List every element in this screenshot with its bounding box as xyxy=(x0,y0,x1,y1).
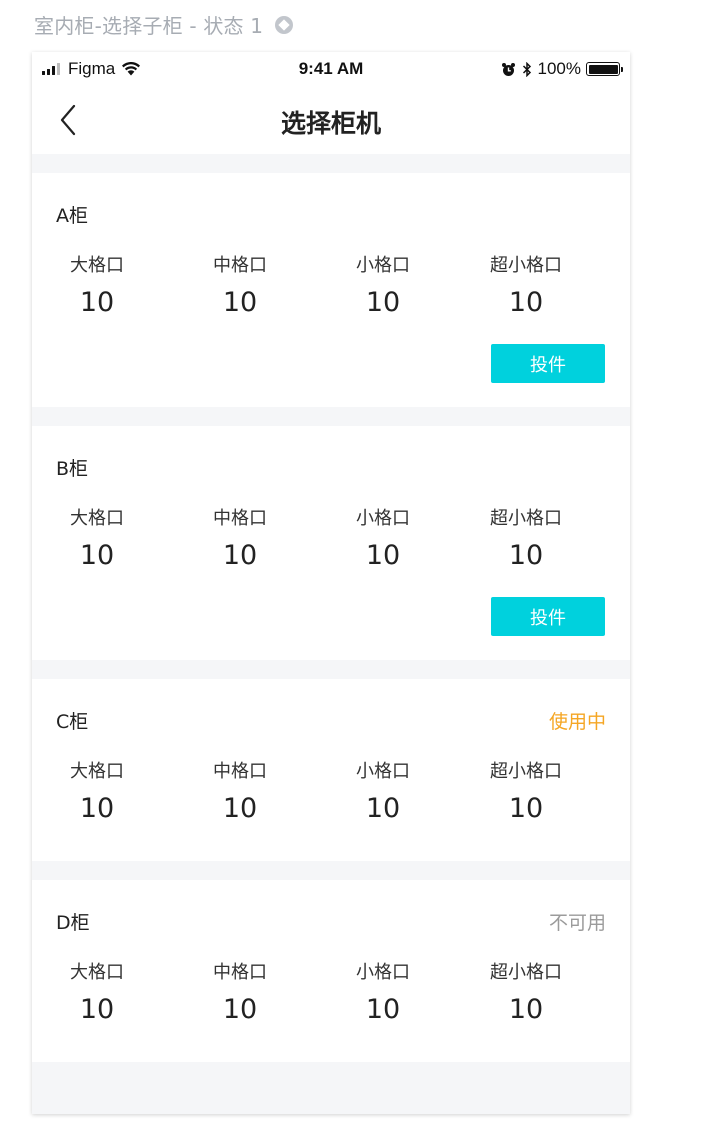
deliver-button[interactable]: 投件 xyxy=(491,344,605,383)
component-icon xyxy=(275,15,294,34)
compartment-count: 10 xyxy=(79,540,115,571)
cabinet-name: C柜 xyxy=(56,711,89,733)
compartment-medium: 中格口 10 xyxy=(185,504,295,571)
status-badge-unavailable: 不可用 xyxy=(548,912,606,934)
frame-title: 室内柜-选择子柜 - 状态 1 xyxy=(34,10,294,39)
compartment-count: 10 xyxy=(79,994,115,1025)
compartment-label: 超小格口 xyxy=(490,508,562,529)
compartment-medium: 中格口 10 xyxy=(185,757,295,824)
compartment-medium: 中格口 10 xyxy=(185,251,295,318)
compartment-label: 中格口 xyxy=(213,761,267,782)
compartment-count: 10 xyxy=(365,793,401,824)
compartment-label: 小格口 xyxy=(356,962,410,983)
page-title: 选择柜机 xyxy=(280,109,381,138)
compartment-small: 小格口 10 xyxy=(328,958,438,1025)
compartment-count: 10 xyxy=(508,994,544,1025)
cabinet-card-d: D柜 不可用 大格口 10 中格口 10 小格口 10 超小格口 10 xyxy=(32,880,630,1062)
compartment-count: 10 xyxy=(508,287,544,318)
nav-bar: 选择柜机 xyxy=(32,86,630,154)
compartment-label: 小格口 xyxy=(356,255,410,276)
compartment-count: 10 xyxy=(508,540,544,571)
compartment-extra-small: 超小格口 10 xyxy=(471,757,581,824)
compartment-count: 10 xyxy=(222,793,258,824)
compartment-large: 大格口 10 xyxy=(42,958,152,1025)
compartment-large: 大格口 10 xyxy=(42,757,152,824)
bluetooth-icon xyxy=(522,61,531,77)
compartment-list: 大格口 10 中格口 10 小格口 10 超小格口 10 xyxy=(32,958,630,1038)
cabinet-name: B柜 xyxy=(56,458,89,480)
compartment-label: 大格口 xyxy=(70,761,124,782)
deliver-button[interactable]: 投件 xyxy=(491,597,605,636)
compartment-label: 超小格口 xyxy=(490,761,562,782)
compartment-count: 10 xyxy=(79,287,115,318)
carrier-label: Figma xyxy=(68,59,116,78)
compartment-label: 大格口 xyxy=(70,255,124,276)
phone-screen: Figma 9:41 AM 100% 选择柜机 A柜 大格口 10 中格口 10… xyxy=(32,52,630,1114)
compartment-label: 中格口 xyxy=(213,962,267,983)
compartment-count: 10 xyxy=(365,994,401,1025)
compartment-large: 大格口 10 xyxy=(42,504,152,571)
compartment-extra-small: 超小格口 10 xyxy=(471,251,581,318)
battery-percent: 100% xyxy=(537,59,581,78)
cabinet-card-b: B柜 大格口 10 中格口 10 小格口 10 超小格口 10 投件 xyxy=(32,426,630,660)
compartment-small: 小格口 10 xyxy=(328,251,438,318)
compartment-label: 大格口 xyxy=(70,962,124,983)
compartment-list: 大格口 10 中格口 10 小格口 10 超小格口 10 xyxy=(32,504,630,584)
compartment-label: 中格口 xyxy=(213,508,267,529)
status-badge-in-use: 使用中 xyxy=(548,711,606,733)
compartment-label: 小格口 xyxy=(356,761,410,782)
cabinet-name: A柜 xyxy=(56,205,88,227)
compartment-medium: 中格口 10 xyxy=(185,958,295,1025)
compartment-small: 小格口 10 xyxy=(328,504,438,571)
compartment-label: 超小格口 xyxy=(490,962,562,983)
compartment-count: 10 xyxy=(222,287,258,318)
compartment-count: 10 xyxy=(365,540,401,571)
signal-icon xyxy=(42,63,62,75)
compartment-list: 大格口 10 中格口 10 小格口 10 超小格口 10 xyxy=(32,757,630,837)
compartment-extra-small: 超小格口 10 xyxy=(471,504,581,571)
compartment-large: 大格口 10 xyxy=(42,251,152,318)
frame-title-text: 室内柜-选择子柜 - 状态 1 xyxy=(34,14,264,38)
cabinet-name: D柜 xyxy=(56,912,90,934)
compartment-count: 10 xyxy=(365,287,401,318)
battery-icon xyxy=(586,62,623,76)
compartment-label: 中格口 xyxy=(213,255,267,276)
alarm-icon xyxy=(501,62,515,76)
compartment-count: 10 xyxy=(222,994,258,1025)
compartment-label: 超小格口 xyxy=(490,255,562,276)
compartment-count: 10 xyxy=(508,793,544,824)
compartment-label: 小格口 xyxy=(356,508,410,529)
cabinet-card-a: A柜 大格口 10 中格口 10 小格口 10 超小格口 10 投件 xyxy=(32,173,630,407)
compartment-extra-small: 超小格口 10 xyxy=(471,958,581,1025)
cabinet-card-c: C柜 使用中 大格口 10 中格口 10 小格口 10 超小格口 10 xyxy=(32,679,630,861)
chevron-left-icon xyxy=(60,104,76,136)
status-bar: Figma 9:41 AM 100% xyxy=(32,52,630,86)
back-button[interactable] xyxy=(50,100,90,140)
compartment-count: 10 xyxy=(79,793,115,824)
compartment-list: 大格口 10 中格口 10 小格口 10 超小格口 10 xyxy=(32,251,630,331)
wifi-icon xyxy=(122,62,141,76)
compartment-small: 小格口 10 xyxy=(328,757,438,824)
compartment-count: 10 xyxy=(222,540,258,571)
compartment-label: 大格口 xyxy=(70,508,124,529)
